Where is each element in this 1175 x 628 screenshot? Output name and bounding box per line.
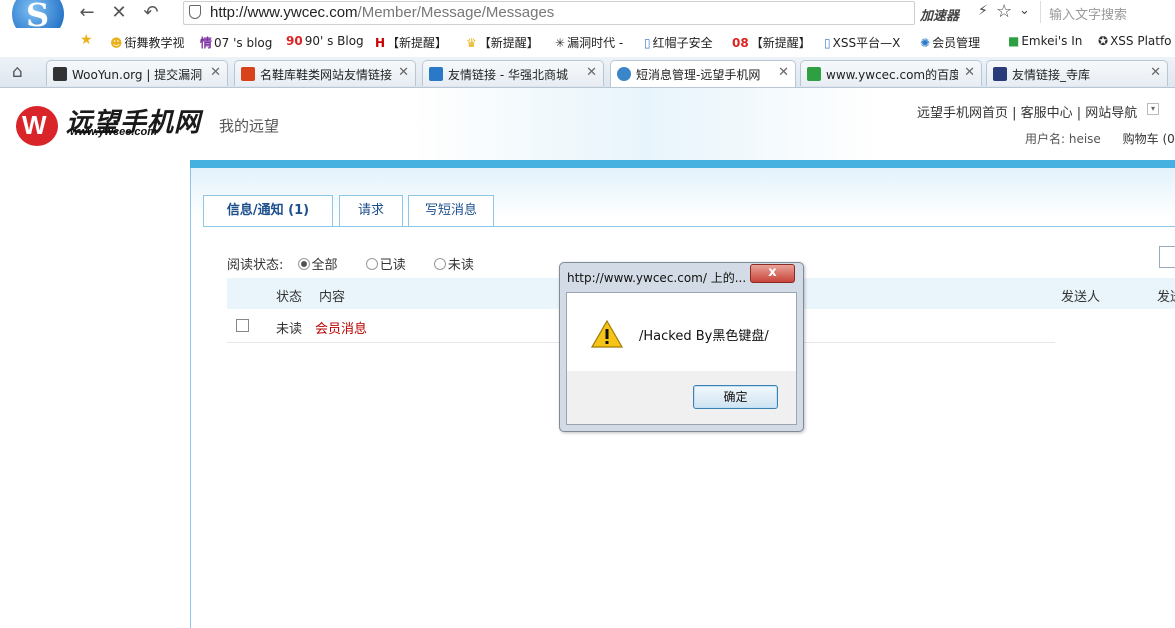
row-status: 未读 (276, 322, 303, 337)
url-input[interactable]: http://www.ywcec.com/Member/Message/Mess… (183, 1, 915, 25)
tab-close-icon[interactable]: ✕ (778, 65, 789, 80)
browser-tab[interactable]: WooYun.org | 提交漏洞 ✕ (46, 60, 228, 86)
bookmark-item[interactable]: ✪ XSS Platfo (1098, 34, 1172, 48)
address-bar-row: S ← ✕ ↶ http://www.ywcec.com/Member/Mess… (0, 0, 1175, 40)
bookmark-item[interactable]: ▯ XSS平台—X (824, 34, 900, 51)
tab-close-icon[interactable]: ✕ (1150, 65, 1161, 80)
shield-icon (189, 5, 201, 19)
browser-tab[interactable]: 友情链接 - 华强北商城 ✕ (422, 60, 604, 86)
col-send-time: 发送 (1157, 290, 1175, 305)
radio-read[interactable] (365, 258, 378, 270)
tab-favicon-icon (429, 67, 443, 81)
col-sender: 发送人 (1061, 290, 1101, 305)
tab-close-icon[interactable]: ✕ (964, 65, 975, 80)
tab-divider (203, 226, 1175, 227)
row-checkbox[interactable] (236, 319, 249, 332)
col-content: 内容 (319, 290, 346, 305)
dialog-body: /Hacked By黑色键盘/ 确定 (566, 292, 797, 425)
ok-button[interactable]: 确定 (693, 385, 778, 409)
user-info: 用户名: heise 购物车 (0) (1025, 130, 1175, 147)
lightning-icon[interactable]: ⚡ (978, 3, 988, 19)
nav-dropdown-icon[interactable]: ▾ (1147, 103, 1159, 115)
alert-dialog: http://www.ywcec.com/ 上的... x /Hacked By… (559, 262, 804, 432)
tab-close-icon[interactable]: ✕ (586, 65, 597, 80)
read-status-filter: 阅读状态: 全部 已读 未读 (227, 258, 474, 273)
undo-icon[interactable]: ↶ (140, 2, 162, 24)
radio-unread[interactable] (433, 258, 446, 270)
chevron-down-icon[interactable]: ⌄ (1019, 3, 1030, 18)
tab-messages[interactable]: 信息/通知 (1) (203, 195, 333, 227)
tab-bar: ⌂ WooYun.org | 提交漏洞 ✕ 名鞋库鞋类网站友情链接 ✕ 友情链接… (0, 57, 1175, 88)
bookmark-item[interactable]: ■ Emkei's In (1008, 34, 1082, 48)
tab-favicon-icon (53, 67, 67, 81)
tab-favicon-icon (617, 67, 631, 81)
bookmark-item[interactable]: 情 07 's blog (200, 34, 272, 51)
tab-favicon-icon (807, 67, 821, 81)
site-header: W 远望手机网 www.ywcec.com 我的远望 远望手机网首页 | 客服中… (0, 88, 1175, 160)
my-section-title: 我的远望 (219, 117, 280, 135)
favorites-star-icon[interactable]: ★ (80, 32, 93, 48)
cart-link[interactable]: 购物车 (0) (1123, 132, 1175, 146)
dialog-footer: 确定 (567, 371, 796, 424)
tab-close-icon[interactable]: ✕ (398, 65, 409, 80)
row-content-link[interactable]: 会员消息 (315, 318, 367, 337)
dialog-close-button[interactable]: x (750, 264, 795, 283)
tab-close-icon[interactable]: ✕ (210, 65, 221, 80)
stop-icon[interactable]: ✕ (108, 2, 130, 24)
dialog-title: http://www.ywcec.com/ 上的... (567, 271, 747, 285)
tab-compose[interactable]: 写短消息 (408, 195, 494, 226)
username-label: 用户名: heise (1025, 132, 1101, 146)
search-placeholder: 输入文字搜索 (1049, 8, 1128, 23)
tab-favicon-icon (993, 67, 1007, 81)
top-nav-links[interactable]: 远望手机网首页 | 客服中心 | 网站导航 (917, 102, 1137, 121)
browser-tab[interactable]: 名鞋库鞋类网站友情链接 ✕ (234, 60, 416, 86)
url-text: http://www.ywcec.com/Member/Message/Mess… (210, 4, 555, 21)
filter-label: 阅读状态: (227, 258, 284, 273)
accelerator-button[interactable]: 加速器 (920, 5, 959, 24)
browser-tab[interactable]: 友情链接_寺库 ✕ (986, 60, 1168, 86)
bookmark-item[interactable]: ✺ 会员管理 (920, 34, 980, 51)
bookmark-item[interactable]: 90 90' s Blog (286, 34, 364, 48)
star-icon[interactable]: ☆ (996, 1, 1012, 22)
dialog-message: /Hacked By黑色键盘/ (639, 329, 769, 344)
site-logo-icon[interactable]: W (16, 106, 58, 146)
content-top-bar (190, 160, 1175, 168)
col-status: 状态 (276, 290, 303, 305)
browser-tab-active[interactable]: 短消息管理-远望手机网 ✕ (610, 60, 796, 87)
back-icon[interactable]: ← (76, 2, 98, 24)
bookmark-item[interactable]: ☻ 街舞教学视 (110, 34, 185, 51)
warning-icon (591, 320, 623, 348)
site-logo-domain: www.ywcec.com (70, 126, 158, 138)
bookmark-item[interactable]: ✳ 漏洞时代 - (555, 34, 623, 51)
home-icon[interactable]: ⌂ (12, 62, 23, 82)
bookmark-item[interactable]: 08 【新提醒】 (732, 34, 811, 51)
tab-favicon-icon (241, 67, 255, 81)
radio-all[interactable] (297, 258, 310, 270)
select-all-checkbox[interactable] (1159, 246, 1175, 268)
search-input[interactable]: 输入文字搜索 (1040, 1, 1175, 23)
bookmark-item[interactable]: ▯ 红帽子安全 (644, 34, 713, 51)
browser-tab[interactable]: www.ywcec.com的百度 ✕ (800, 60, 982, 86)
bookmark-item[interactable]: H 【新提醒】 (375, 34, 447, 51)
bookmark-item[interactable]: ♛ 【新提醒】 (466, 34, 539, 51)
bookmarks-bar: ★ ☻ 街舞教学视 情 07 's blog 90 90' s Blog H 【新提醒】… (0, 28, 1175, 57)
tab-requests[interactable]: 请求 (339, 195, 403, 226)
